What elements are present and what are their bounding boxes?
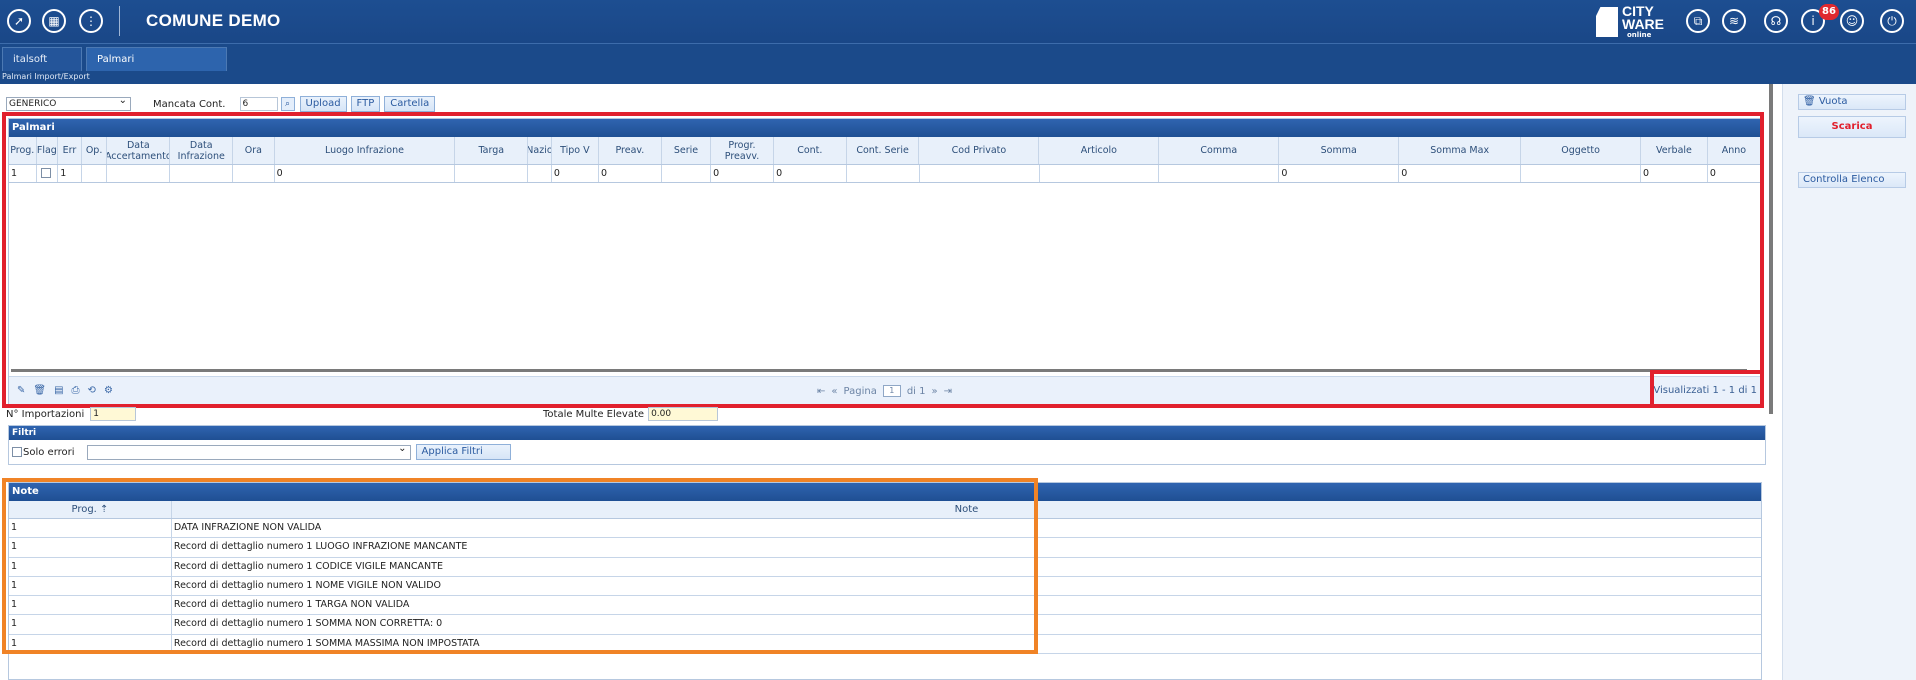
brand-sub: online: [1627, 31, 1652, 39]
trash-icon: 🗑: [1803, 96, 1816, 107]
highlight-count-box: [1650, 370, 1764, 408]
breadcrumb: Palmari Import/Export: [0, 71, 1916, 84]
app-header: ➚ ▦ ⋮ COMUNE DEMO CITY WARE online ⧉ ≋ ☊ …: [0, 0, 1916, 43]
importazioni-label: N° Importazioni: [6, 408, 85, 420]
brand-line2: WARE: [1622, 16, 1664, 32]
importazioni-row: N° Importazioni 1: [6, 407, 137, 421]
power-icon[interactable]: ⏻: [1880, 9, 1904, 33]
layers-icon[interactable]: ≋: [1722, 9, 1746, 33]
solo-errori-label: Solo errori: [23, 446, 75, 458]
apps-grid-icon[interactable]: ▦: [42, 9, 66, 33]
filtri-caption: Filtri: [9, 426, 1765, 440]
cartella-button[interactable]: Cartella: [384, 96, 436, 112]
vertical-scrollbar[interactable]: [1769, 84, 1773, 414]
tab-italsoft-home[interactable]: italsoft Home: [2, 47, 82, 89]
controlla-elenco-button[interactable]: Controlla Elenco: [1798, 172, 1906, 188]
tab-palmari[interactable]: Palmari Import/Export×: [86, 47, 227, 89]
totale-row: Totale Multe Elevate 0.00: [543, 407, 719, 421]
windows-icon[interactable]: ⧉: [1686, 9, 1710, 33]
ftp-button[interactable]: FTP: [350, 96, 381, 112]
app-title: COMUNE DEMO: [146, 11, 281, 30]
scarica-button[interactable]: Scarica: [1798, 116, 1906, 138]
upload-button[interactable]: Upload: [299, 96, 347, 112]
search-icon[interactable]: ⌕: [280, 97, 295, 111]
top-controls: GENERICO Mancata Cont. 6 ⌕ Upload FTP Ca…: [6, 95, 436, 112]
filtri-panel: Filtri Solo errori Applica Filtri: [8, 425, 1766, 465]
rocket-icon[interactable]: ➚: [7, 9, 31, 33]
main-panel: GENERICO Mancata Cont. 6 ⌕ Upload FTP Ca…: [0, 84, 1770, 680]
highlight-palmari-box: [2, 112, 1764, 408]
applica-filtri-button[interactable]: Applica Filtri: [415, 444, 511, 460]
headset-icon[interactable]: ☊: [1764, 9, 1788, 33]
totale-value[interactable]: 0.00: [648, 407, 719, 421]
solo-errori-checkbox[interactable]: [12, 447, 22, 457]
vuota-button[interactable]: 🗑 Vuota: [1798, 94, 1906, 110]
side-panel: 🗑 Vuota Scarica Controlla Elenco: [1782, 84, 1916, 680]
header-divider: [119, 6, 120, 36]
notification-badge: 86: [1819, 4, 1839, 20]
mancata-input[interactable]: 6: [239, 97, 278, 111]
tab-strip: italsoft Home Palmari Import/Export×: [0, 43, 1916, 89]
filtri-select[interactable]: [86, 443, 411, 460]
mancata-label: Mancata Cont.: [153, 98, 226, 110]
highlight-notes-box: [2, 478, 1038, 654]
cityware-logo: CITY WARE online: [1594, 3, 1664, 39]
totale-label: Totale Multe Elevate: [543, 408, 645, 420]
type-select[interactable]: GENERICO: [6, 95, 131, 111]
cityware-logo-mark: [1596, 7, 1618, 37]
importazioni-value[interactable]: 1: [90, 407, 137, 421]
more-menu-icon[interactable]: ⋮: [79, 9, 103, 33]
user-icon[interactable]: ☺: [1840, 9, 1864, 33]
